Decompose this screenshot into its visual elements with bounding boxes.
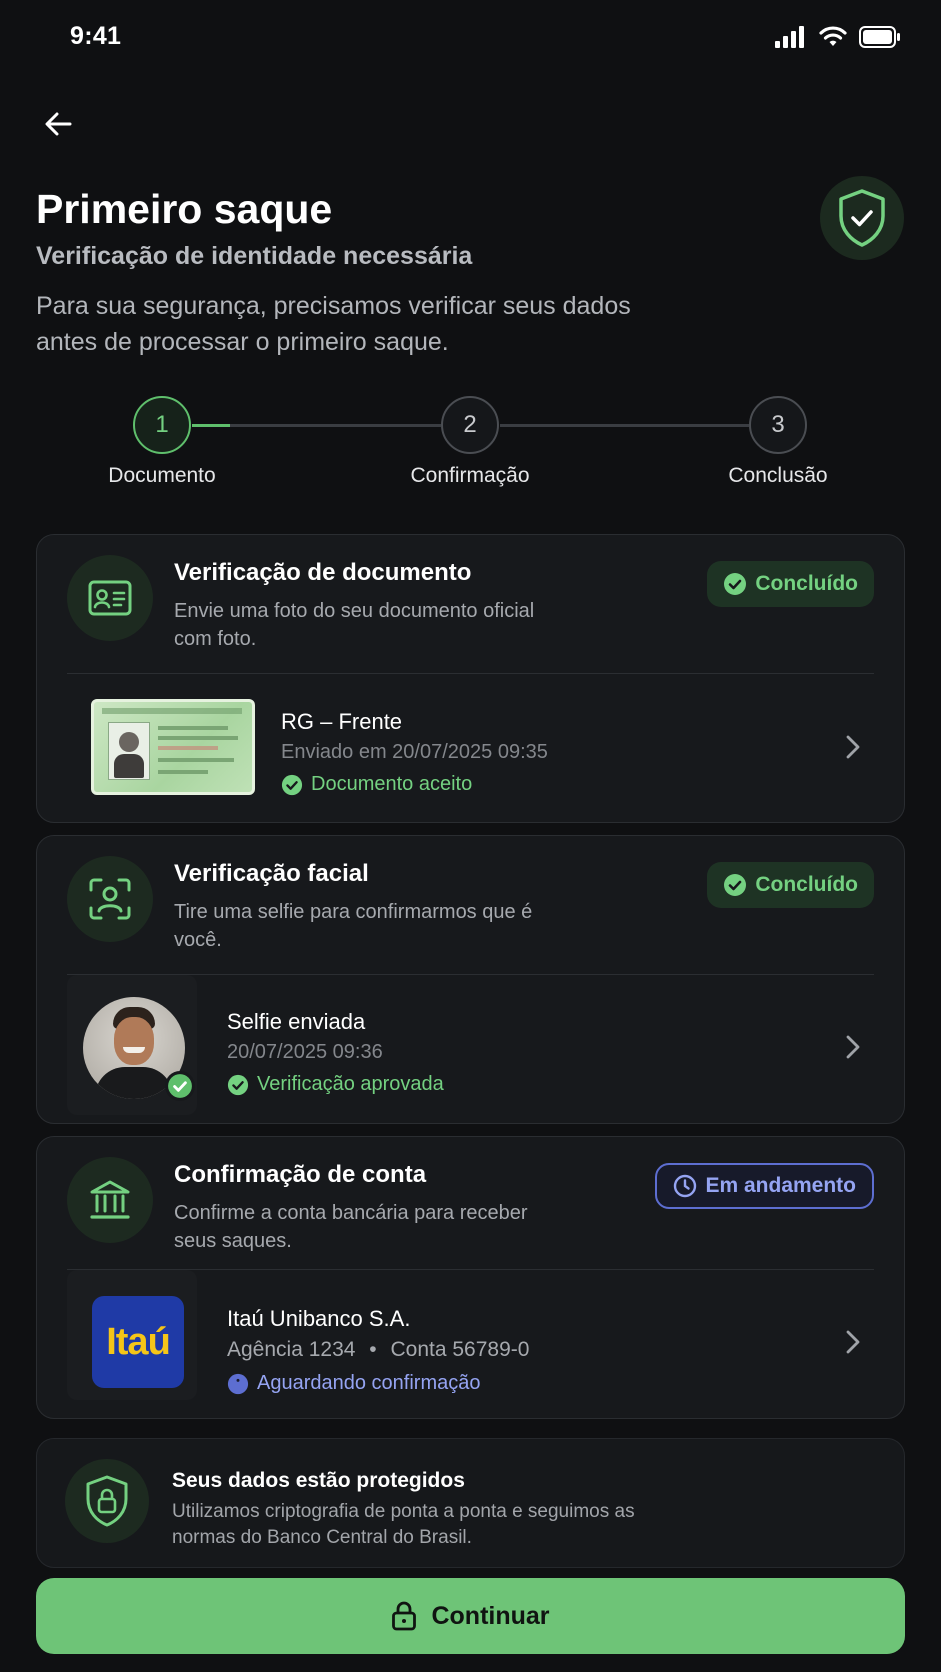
chevron-right-icon[interactable] <box>838 1033 866 1061</box>
bank-name: Itaú Unibanco S.A. <box>227 1306 411 1331</box>
chevron-right-icon[interactable] <box>838 1328 866 1356</box>
facial-verification-card: Verificação facial Tire uma selfie para … <box>36 835 905 1124</box>
step-connector-2-3 <box>500 424 749 427</box>
bank-icon <box>90 1180 130 1219</box>
document-card-title: Verificação de documento <box>174 559 472 586</box>
bank-status-text: Aguardando confirmação <box>257 1372 481 1394</box>
id-document-thumbnail <box>91 699 255 795</box>
document-icon-wrap <box>67 555 153 641</box>
bank-item-status: Aguardando confirmação <box>227 1372 480 1395</box>
page-subtitle: Verificação de identidade necessária <box>36 242 473 270</box>
selfie-item-date: 20/07/2025 09:36 <box>227 1041 383 1063</box>
facial-icon-wrap <box>67 856 153 942</box>
bank-icon-wrap <box>67 1157 153 1243</box>
status-icons <box>775 26 901 48</box>
bank-logo-tile: Itaú <box>67 1270 197 1400</box>
step-2-label: Confirmação <box>410 464 530 487</box>
security-badge <box>820 176 904 260</box>
account-badge-label: Em andamento <box>705 1174 856 1197</box>
detail-separator: • <box>369 1338 377 1361</box>
selfie-status-text: Verificação aprovada <box>257 1073 444 1095</box>
document-badge-label: Concluído <box>755 572 858 595</box>
data-protection-description: Utilizamos criptografia de ponta a ponta… <box>172 1501 635 1548</box>
facial-card-title: Verificação facial <box>174 860 369 887</box>
document-status-text: Documento aceito <box>311 773 473 795</box>
facial-card-description: Tire uma selfie para confirmarmos que é … <box>174 901 533 951</box>
lock-icon <box>392 1601 417 1631</box>
bank-account-number: Conta 56789-0 <box>390 1338 530 1361</box>
document-item-name: RG – Frente <box>281 709 403 734</box>
continue-button[interactable]: Continuar <box>36 1578 905 1654</box>
back-button[interactable] <box>34 100 82 148</box>
check-circle-icon <box>281 774 303 795</box>
step-3-circle[interactable]: 3 <box>749 396 807 454</box>
document-card-description: Envie uma foto do seu documento oficial … <box>174 600 535 650</box>
status-time: 9:41 <box>70 22 122 50</box>
status-bar: 9:41 <box>0 0 941 76</box>
bank-agency: Agência 1234 <box>227 1338 356 1361</box>
battery-icon <box>859 26 900 48</box>
step-connector-active <box>192 424 230 427</box>
selfie-thumbnail <box>67 975 197 1115</box>
step-1-label: Documento <box>108 464 216 487</box>
account-status-badge: Em andamento <box>655 1163 874 1209</box>
info-dot-icon <box>227 1373 249 1394</box>
step-1-circle[interactable]: 1 <box>133 396 191 454</box>
check-circle-icon <box>724 874 747 896</box>
check-circle-icon <box>168 1074 192 1098</box>
account-card-description: Confirme a conta bancária para receber s… <box>174 1202 528 1252</box>
clock-icon <box>674 1174 697 1198</box>
document-divider <box>67 673 874 674</box>
step-2-circle[interactable]: 2 <box>441 396 499 454</box>
selfie-check-badge <box>165 1071 195 1101</box>
bank-account-details: Agência 1234 • Conta 56789-0 <box>227 1338 529 1362</box>
document-verification-card: Verificação de documento Envie uma foto … <box>36 534 905 823</box>
account-confirmation-card: Confirmação de conta Confirme a conta ba… <box>36 1136 905 1419</box>
selfie-item-status: Verificação aprovada <box>227 1073 444 1096</box>
back-arrow-icon <box>45 112 72 136</box>
page-title: Primeiro saque <box>36 186 333 232</box>
face-scan-icon <box>89 878 131 920</box>
signal-icon <box>775 26 804 48</box>
facial-badge-label: Concluído <box>755 873 858 896</box>
page-description: Para sua segurança, precisamos verificar… <box>36 292 631 356</box>
selfie-item-row[interactable]: Selfie enviada 20/07/2025 09:36 Verifica… <box>67 975 884 1115</box>
itau-logo: Itaú <box>92 1296 184 1388</box>
chevron-right-icon[interactable] <box>838 733 866 761</box>
document-item-status: Documento aceito <box>281 773 472 796</box>
selfie-item-name: Selfie enviada <box>227 1009 366 1034</box>
shield-lock-icon-wrap <box>65 1459 149 1543</box>
document-item-row[interactable]: RG – Frente Enviado em 20/07/2025 09:35 … <box>67 699 884 799</box>
check-circle-icon <box>724 573 747 595</box>
step-connector-1-2 <box>230 424 441 427</box>
facial-status-badge: Concluído <box>707 862 874 908</box>
data-protection-title: Seus dados estão protegidos <box>172 1469 465 1492</box>
continue-button-label: Continuar <box>431 1601 550 1630</box>
shield-lock-icon <box>86 1475 128 1527</box>
document-item-date: Enviado em 20/07/2025 09:35 <box>281 741 548 763</box>
bank-account-row[interactable]: Itaú Itaú Unibanco S.A. Agência 1234 • C… <box>67 1270 884 1408</box>
itau-logo-text: Itaú <box>106 1320 171 1363</box>
wifi-icon <box>819 26 847 46</box>
step-3-label: Conclusão <box>728 464 828 487</box>
account-card-title: Confirmação de conta <box>174 1161 427 1188</box>
check-circle-icon <box>227 1074 249 1095</box>
document-status-badge: Concluído <box>707 561 874 607</box>
data-protection-card: Seus dados estão protegidos Utilizamos c… <box>36 1438 905 1568</box>
id-card-icon <box>88 580 132 616</box>
shield-check-icon <box>839 189 885 247</box>
progress-stepper: 1 2 3 Documento Confirmação Conclusão <box>0 396 941 496</box>
